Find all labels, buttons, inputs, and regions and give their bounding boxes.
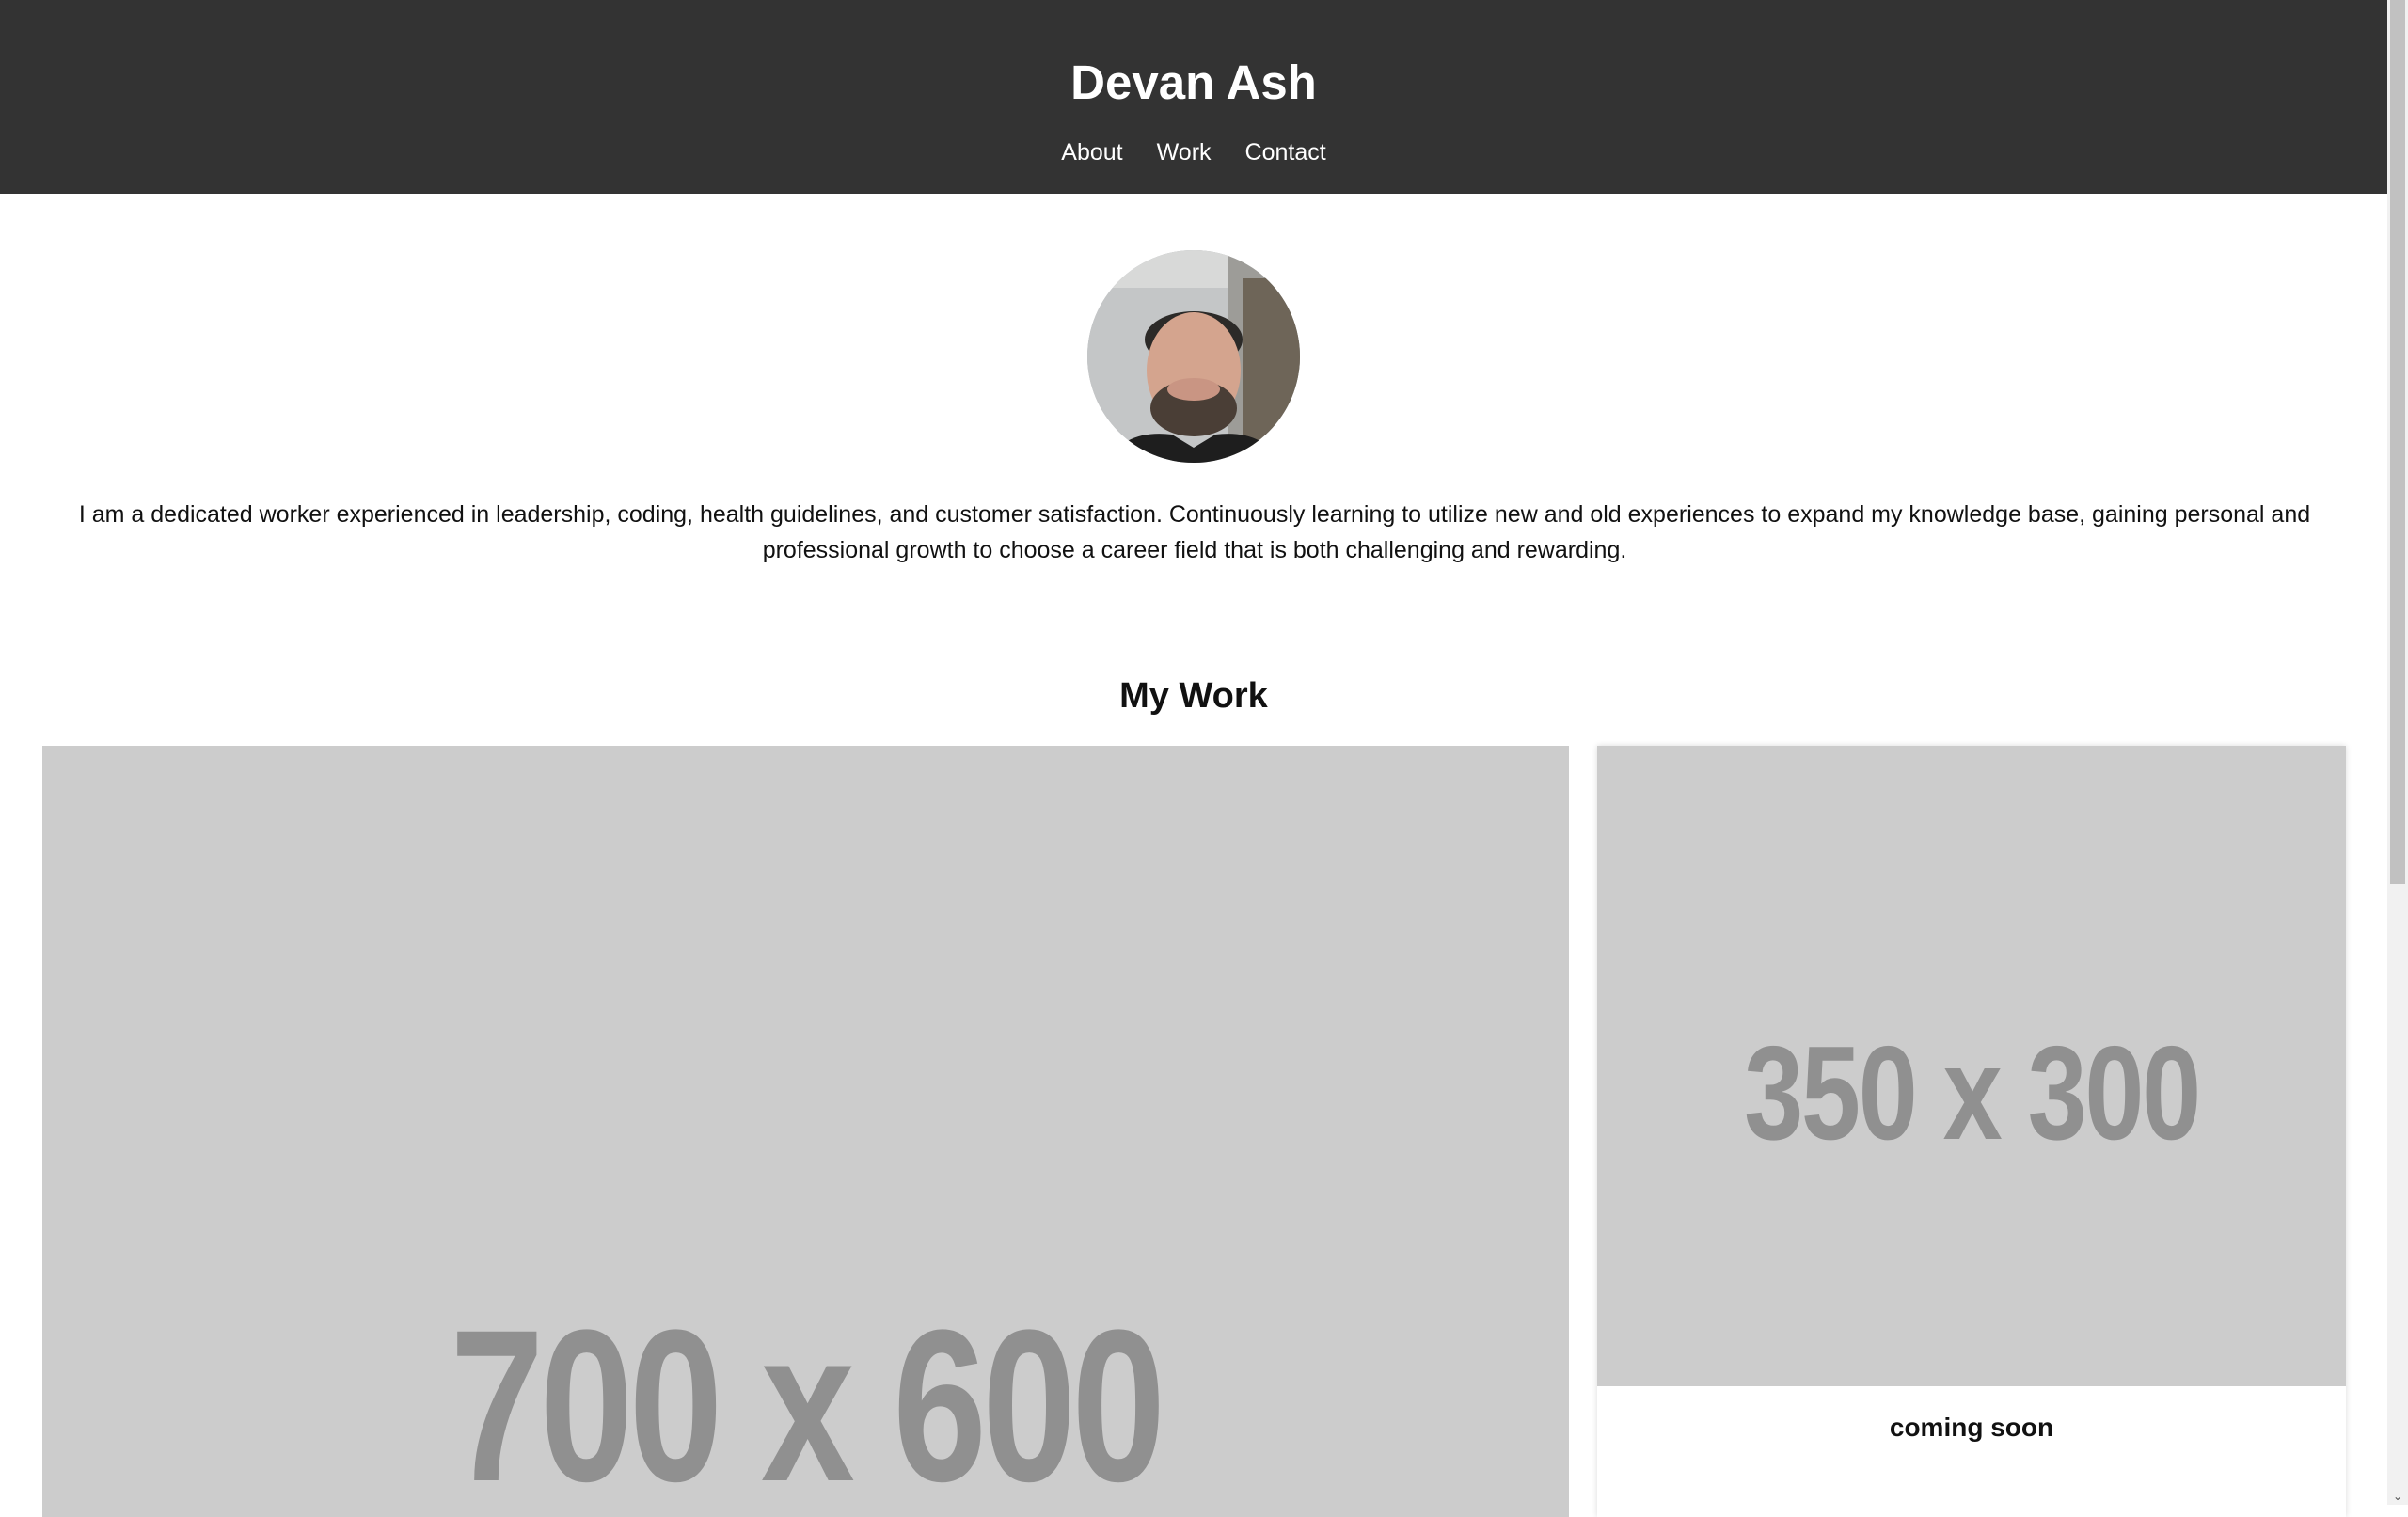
profile-photo bbox=[1087, 250, 1300, 463]
avatar bbox=[1087, 250, 1300, 463]
nav-work[interactable]: Work bbox=[1157, 135, 1212, 169]
site-header: Devan Ash About Work Contact bbox=[0, 0, 2387, 194]
nav-contact[interactable]: Contact bbox=[1245, 135, 1326, 169]
chevron-down-icon[interactable]: ⌄ bbox=[2391, 1490, 2404, 1503]
main-nav: About Work Contact bbox=[0, 135, 2387, 169]
placeholder-image-large: 700 x 600 bbox=[450, 1285, 1166, 1517]
work-heading: My Work bbox=[1119, 676, 1268, 716]
placeholder-image-small-frame: 350 x 300 bbox=[1597, 746, 2346, 1386]
work-card-large[interactable]: 700 x 600 bbox=[42, 746, 1569, 1517]
nav-about[interactable]: About bbox=[1061, 135, 1122, 169]
scrollbar[interactable]: ⌄ bbox=[2387, 0, 2408, 1505]
placeholder-image-small: 350 x 300 bbox=[1744, 1019, 2201, 1168]
scrollbar-thumb[interactable] bbox=[2390, 0, 2405, 884]
work-card-small[interactable]: 350 x 300 bbox=[1597, 746, 2346, 1517]
card-caption: coming soon bbox=[1889, 1413, 2054, 1442]
site-title: Devan Ash bbox=[1070, 55, 1317, 109]
about-text: I am a dedicated worker experienced in l… bbox=[78, 501, 2311, 563]
